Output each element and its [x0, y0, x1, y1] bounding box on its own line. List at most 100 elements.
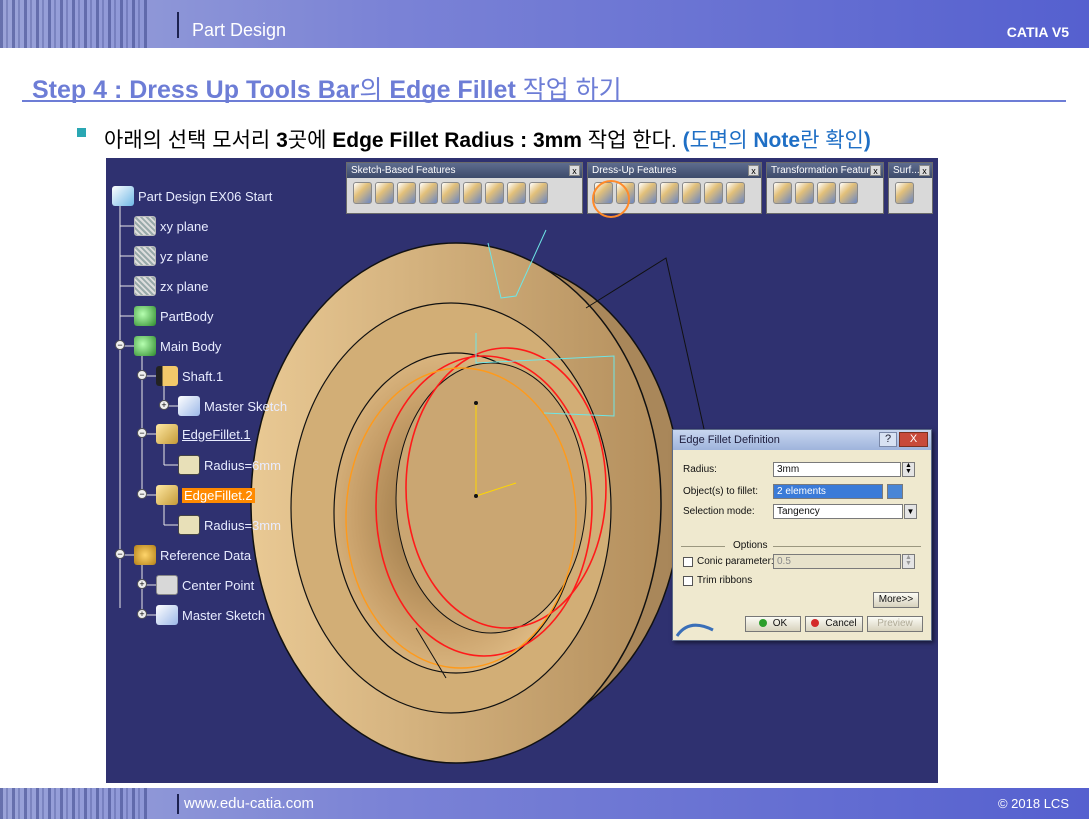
close-icon[interactable]: x [919, 165, 930, 176]
collapse-icon[interactable]: − [137, 489, 147, 499]
edge-fillet-dialog[interactable]: Edge Fillet Definition ? X Radius: 3mm ▲… [672, 429, 932, 641]
shaft-tool-icon[interactable] [397, 182, 416, 204]
expand-icon[interactable]: + [137, 609, 147, 619]
objects-label: Object(s) to fillet: [683, 486, 759, 497]
cancel-icon [811, 619, 820, 627]
tree-node-edgefillet-1[interactable]: EdgeFillet.1 [156, 422, 251, 446]
chevron-down-icon[interactable]: ▼ [904, 504, 917, 519]
close-icon[interactable]: x [870, 165, 881, 176]
expand-icon[interactable]: + [159, 400, 169, 410]
groove-icon[interactable] [419, 182, 438, 204]
selection-mode-select[interactable]: Tangency [773, 504, 903, 519]
close-icon[interactable]: x [569, 165, 580, 176]
radius-input[interactable]: 3mm [773, 462, 901, 477]
shell-icon[interactable] [660, 182, 679, 204]
stiffener-icon[interactable] [507, 182, 526, 204]
tree-node-master-sketch-2[interactable]: Master Sketch [156, 603, 265, 627]
tree-node-xy-plane[interactable]: xy plane [134, 214, 208, 238]
remove-face-icon[interactable] [726, 182, 745, 204]
pattern-icon[interactable] [817, 182, 836, 204]
split-icon[interactable] [895, 182, 914, 204]
footer-url[interactable]: www.edu-catia.com [184, 795, 314, 812]
sketch-point [474, 494, 478, 498]
toolbar-title: Surf... [893, 165, 920, 176]
plane-icon [134, 246, 156, 266]
specification-tree[interactable]: Part Design EX06 Start xy plane yz plane… [106, 158, 346, 638]
instr-9: 란 확인 [800, 129, 864, 152]
tree-node-shaft[interactable]: Shaft.1 [156, 364, 223, 388]
collapse-icon[interactable]: − [137, 370, 147, 380]
reference-icon [134, 545, 156, 565]
thickness-icon[interactable] [682, 182, 701, 204]
ok-icon [758, 619, 767, 627]
radius-spinner[interactable]: ▲ ▼ [902, 462, 915, 477]
parameter-icon [178, 515, 200, 535]
rib-icon[interactable] [463, 182, 482, 204]
tree-label: xy plane [160, 218, 209, 234]
collapse-icon[interactable]: − [115, 340, 125, 350]
thread-icon[interactable] [704, 182, 723, 204]
header-title: Part Design [192, 20, 287, 40]
collapse-icon[interactable]: − [137, 428, 147, 438]
tree-node-radius-3[interactable]: Radius=3mm [178, 513, 281, 537]
close-icon[interactable]: x [748, 165, 759, 176]
more-button[interactable]: More>> [873, 592, 919, 608]
tree-label: EdgeFillet.1 [182, 426, 251, 442]
trim-ribbons-checkbox[interactable] [683, 576, 693, 586]
conic-label: Conic parameter: [697, 556, 774, 567]
tree-node-yz-plane[interactable]: yz plane [134, 244, 208, 268]
preview-button[interactable]: Preview [867, 616, 923, 632]
pad-icon[interactable] [353, 182, 372, 204]
toolbar-title: Transformation Features [771, 165, 881, 176]
tree-node-center-point[interactable]: Center Point [156, 573, 254, 597]
tree-node-root[interactable]: Part Design EX06 Start [112, 184, 272, 208]
point-icon [156, 575, 178, 595]
conic-input[interactable]: 0.5 [773, 554, 901, 569]
header-brand: CATIA V5 [1006, 24, 1069, 40]
footer-band: www.edu-catia.com © 2018 LCS [0, 788, 1089, 819]
radius-label: Radius: [683, 464, 717, 475]
tree-node-main-body[interactable]: Main Body [134, 334, 221, 358]
tree-node-edgefillet-2[interactable]: EdgeFillet.2 [156, 483, 255, 507]
tree-node-master-sketch[interactable]: Master Sketch [178, 394, 287, 418]
tree-node-partbody[interactable]: PartBody [134, 304, 213, 328]
conic-spinner[interactable]: ▲ ▼ [902, 554, 915, 569]
tree-label: Part Design EX06 Start [138, 188, 273, 204]
tree-label: Main Body [160, 338, 222, 354]
element-list-icon[interactable] [887, 484, 903, 499]
tree-node-reference-data[interactable]: Reference Data [134, 543, 251, 567]
cancel-button[interactable]: Cancel [805, 616, 863, 632]
objects-to-fillet-field[interactable]: 2 elements [773, 484, 883, 499]
footer-copyright: © 2018 LCS [997, 796, 1069, 811]
tree-node-zx-plane[interactable]: zx plane [134, 274, 208, 298]
ok-button[interactable]: OK [745, 616, 801, 632]
pocket-icon[interactable] [375, 182, 394, 204]
tree-node-radius-6[interactable]: Radius=6mm [178, 453, 281, 477]
draft-icon[interactable] [638, 182, 657, 204]
catia-logo-icon [675, 623, 714, 637]
toolbar-sketch-based[interactable]: Sketch-Based Features x [346, 162, 583, 214]
cancel-label: Cancel [825, 618, 857, 629]
bullet-icon [77, 128, 86, 137]
conic-checkbox[interactable] [683, 557, 693, 567]
instr-4: Edge Fillet Radius : 3mm [332, 129, 582, 152]
mirror-icon[interactable] [795, 182, 814, 204]
scaling-icon[interactable] [839, 182, 858, 204]
title-rule [22, 100, 1066, 102]
translation-icon[interactable] [773, 182, 792, 204]
help-icon[interactable]: ? [879, 432, 897, 447]
selection-mode-label: Selection mode: [683, 506, 755, 517]
instr-5: 작업 한다. [581, 129, 683, 152]
toolbar-surface[interactable]: Surf... x [888, 162, 933, 214]
tree-label: Master Sketch [204, 398, 288, 414]
expand-icon[interactable]: + [137, 579, 147, 589]
toolbar-transformation[interactable]: Transformation Features x [766, 162, 884, 214]
close-icon[interactable]: X [899, 432, 928, 447]
catia-viewport[interactable]: Part Design EX06 Start xy plane yz plane… [106, 158, 938, 783]
collapse-icon[interactable]: − [115, 549, 125, 559]
loft-icon[interactable] [529, 182, 548, 204]
options-rule [681, 546, 725, 547]
hole-icon[interactable] [441, 182, 460, 204]
slot-icon[interactable] [485, 182, 504, 204]
slide: Part Design CATIA V5 Step 4 : Dress Up T… [0, 0, 1089, 819]
